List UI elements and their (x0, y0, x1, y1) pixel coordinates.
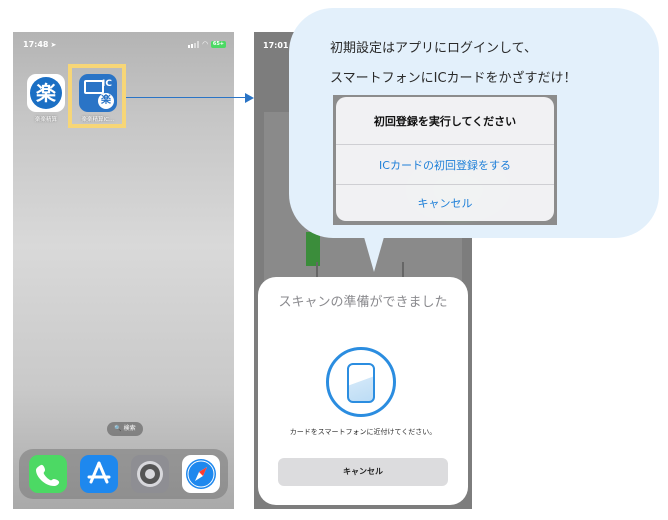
first-registration-alert: 初回登録を実行してください ICカードの初回登録をする キャンセル (336, 97, 554, 221)
background-app-element (306, 232, 320, 266)
scan-instruction: カードをスマートフォンに近付けてください。 (289, 428, 437, 436)
safari-icon[interactable] (182, 455, 220, 493)
nfc-scan-sheet: スキャンの準備ができました カードをスマートフォンに近付けてください。 キャンセ… (258, 277, 468, 505)
scan-ready-title: スキャンの準備ができました (278, 295, 448, 310)
rakuraku-app-icon[interactable]: 楽 (27, 74, 65, 112)
battery-indicator: 65+ (210, 40, 226, 48)
phone-icon[interactable] (29, 455, 67, 493)
alert-title: 初回登録を実行してください (373, 115, 517, 128)
scan-cancel-button[interactable]: キャンセル (278, 458, 448, 486)
alert-cancel-button[interactable]: キャンセル (336, 195, 554, 211)
location-icon: ➤ (50, 41, 57, 49)
dock (19, 449, 228, 499)
alert-screenshot: 初回登録を実行してください ICカードの初回登録をする キャンセル (333, 95, 557, 225)
alert-divider (336, 144, 554, 145)
spotlight-search-button[interactable]: 🔍 検索 (107, 422, 143, 436)
flow-arrow (126, 97, 246, 98)
ic-app-highlight-frame (68, 64, 126, 128)
app-rakuraku-seisan[interactable]: 楽 楽楽精算 (25, 74, 67, 123)
callout-bubble-tail (362, 230, 386, 272)
status-time: 17:48 ➤ (23, 40, 57, 49)
register-ic-card-button[interactable]: ICカードの初回登録をする (336, 157, 554, 173)
status-time: 17:01 (263, 41, 289, 50)
phone-outline-icon (347, 363, 375, 403)
app-store-icon[interactable] (80, 455, 118, 493)
settings-icon[interactable] (131, 455, 169, 493)
wifi-icon: ◠ (202, 40, 208, 48)
callout-text-line1: 初期設定はアプリにログインして、 (330, 41, 537, 56)
app-label: 楽楽精算 (34, 117, 57, 123)
callout-text-line2: スマートフォンにICカードをかざすだけ！ (330, 71, 577, 86)
status-bar: 17:48 ➤ ◠ 65+ (23, 40, 226, 52)
flow-arrow-head (245, 93, 254, 103)
signal-icon (188, 40, 200, 48)
alert-divider (336, 184, 554, 185)
